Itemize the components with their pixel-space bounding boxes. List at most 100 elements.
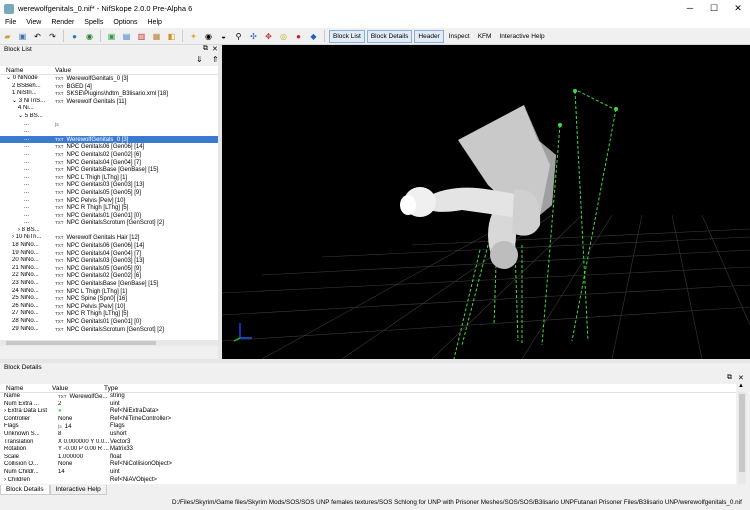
palette-icon[interactable]: ◉ <box>84 31 95 42</box>
details-row-value[interactable] <box>58 477 110 484</box>
scroll-up-icon[interactable]: ▲ <box>738 383 744 389</box>
column-value-header[interactable]: Value <box>55 66 71 74</box>
details-row[interactable]: Translation X 0.000000 Y 0.0... Vector3 <box>0 439 736 447</box>
tree-row[interactable]: 21 NiNo... TXT NPC Genitals05 [Gen05] [9] <box>0 265 218 273</box>
details-row[interactable]: Collision O... None Ref<NiCollisionObject> <box>0 461 736 469</box>
details-row[interactable]: Name TXT WerewolfGe... string <box>0 393 736 401</box>
tree-row[interactable]: 28 NiNo... TXT NPC Genitals01 [Gen01] [0] <box>0 318 218 326</box>
tree-row[interactable]: ... TXT NPC Genitals01 [Gen01] [0] <box>0 212 218 220</box>
minimize-icon[interactable]: ─ <box>678 0 702 17</box>
column-name-header[interactable]: Name <box>0 66 55 74</box>
details-row[interactable]: › Extra Data List ● Ref<NiExtraData> <box>0 408 736 416</box>
tree-row[interactable]: ⌄ 5 BS... <box>0 113 218 121</box>
column-value-header[interactable]: Value <box>52 384 104 392</box>
menu-render[interactable]: Render <box>46 17 79 28</box>
view-side-icon[interactable]: ▤ <box>121 31 132 42</box>
details-row-value[interactable]: None <box>58 461 110 469</box>
maximize-icon[interactable]: ☐ <box>702 0 726 17</box>
tree-row[interactable]: ... TXT NPC L Thigh [LThg] [1] <box>0 174 218 182</box>
tree-row[interactable]: 22 NiNo... TXT NPC Genitals02 [Gen02] [6] <box>0 272 218 280</box>
details-row-value[interactable]: |≡ 14 <box>58 423 110 431</box>
skeleton-icon[interactable]: ⚲ <box>233 31 244 42</box>
block-details-table[interactable]: Name Value Type Name TXT WerewolfGe... stri… <box>0 384 736 484</box>
toolbar-interactive-help-button[interactable]: Interactive Help <box>496 31 547 42</box>
tab-block-details[interactable]: Block Details <box>0 485 50 495</box>
close-icon[interactable]: ✕ <box>726 0 750 17</box>
column-type-header[interactable]: Type <box>104 384 118 392</box>
tree-row[interactable]: 4 Ni... <box>0 105 218 113</box>
details-row[interactable]: Num Childr... 14 uint <box>0 469 736 477</box>
details-row[interactable]: Rotation Y -0.00 P 0.00 R ... Matrix33 <box>0 446 736 454</box>
details-row-value[interactable]: 14 <box>58 469 110 477</box>
tree-row[interactable]: ... TXT NPC GenitalsBase [GenBase] [15] <box>0 166 218 174</box>
details-row-value[interactable]: TXT WerewolfGe... <box>58 393 110 401</box>
toolbar-header-button[interactable]: Header <box>414 29 444 43</box>
collapse-all-icon[interactable]: ⇓ <box>196 55 203 64</box>
view-user-icon[interactable]: ▦ <box>151 31 162 42</box>
menu-help[interactable]: Help <box>143 17 167 28</box>
tree-row[interactable]: › 10 NiTri... TXT Werewolf Genitals Hair [… <box>0 234 218 242</box>
marker-icon[interactable]: ◆ <box>308 31 319 42</box>
column-name-header[interactable]: Name <box>0 384 52 392</box>
tree-row[interactable]: ... TXT NPC Genitals05 [Gen05] [9] <box>0 189 218 197</box>
texture-icon[interactable]: ◒ <box>218 31 229 42</box>
float-panel-icon[interactable]: ⧉ <box>203 45 208 53</box>
toolbar-block-list-button[interactable]: Block List <box>329 29 365 43</box>
details-row-value[interactable]: 1.000000 <box>58 454 110 462</box>
toolbar-block-details-button[interactable]: Block Details <box>366 29 413 43</box>
details-row-value[interactable]: ● <box>58 408 110 416</box>
details-row[interactable]: Flags |≡ 14 Flags <box>0 423 736 431</box>
block-list-tree[interactable]: Name Value ⌄ 0 NiNode TXT WerewolfGenitals… <box>0 66 218 340</box>
tree-row[interactable]: ... TXT NPC R Thigh [LThg] [5] <box>0 204 218 212</box>
menu-view[interactable]: View <box>21 17 46 28</box>
tree-row[interactable]: ... |≡ <box>0 121 218 129</box>
tree-row[interactable]: › 8 BS... <box>0 227 218 235</box>
redo-icon[interactable]: ↷ <box>47 31 58 42</box>
tree-row[interactable]: 25 NiNo... TXT NPC Spine [Spn0] [16] <box>0 295 218 303</box>
tree-row[interactable]: 1 NiStri... TXT SKSE\Plugins\hdtm_B3lisari… <box>0 90 218 98</box>
tree-row[interactable]: 23 NiNo... TXT NPC GenitalsBase [GenBase] … <box>0 280 218 288</box>
tree-row[interactable]: ... TXT NPC Genitals06 [Gen06] [14] <box>0 143 218 151</box>
collision-icon[interactable]: ◎ <box>278 31 289 42</box>
pin-icon[interactable]: ● <box>293 31 304 42</box>
details-row-value[interactable]: None <box>58 416 110 424</box>
tree-row[interactable]: ⌄ 3 NiTriS... TXT Werewolf Genitals [11] <box>0 98 218 106</box>
view-front-icon[interactable]: ▣ <box>106 31 117 42</box>
save-icon[interactable]: ▣ <box>17 31 28 42</box>
toolbar-inspect-button[interactable]: Inspect <box>446 31 473 42</box>
tree-row[interactable]: ⌄ 0 NiNode TXT WerewolfGenitals_0 [3] <box>0 75 218 83</box>
light-icon[interactable]: ✦ <box>188 31 199 42</box>
tree-row[interactable]: 19 NiNo... TXT NPC Genitals04 [Gen04] [7] <box>0 250 218 258</box>
tree-row[interactable]: ... TXT NPC Pelvis [Pelv] [10] <box>0 197 218 205</box>
toolbar-kfm-button[interactable]: KFM <box>475 31 495 42</box>
details-row-value[interactable]: 8 <box>58 431 110 439</box>
tree-row[interactable]: 27 NiNo... TXT NPC R Thigh [LThg] [5] <box>0 310 218 318</box>
nodes-icon[interactable]: ✥ <box>263 31 274 42</box>
tree-row[interactable]: ... TXT NPC Genitals02 [Gen02] [6] <box>0 151 218 159</box>
details-row-value[interactable]: 2 <box>58 401 110 409</box>
menu-options[interactable]: Options <box>108 17 142 28</box>
details-row-value[interactable]: X 0.000000 Y 0.0... <box>58 439 110 447</box>
menu-file[interactable]: File <box>0 17 21 28</box>
float-panel-icon[interactable]: ⧉ <box>727 374 732 382</box>
block-details-vscrollbar[interactable] <box>738 392 746 484</box>
tree-row[interactable]: 2 BSBeh... TXT BGED [4] <box>0 83 218 91</box>
tree-row[interactable]: 20 NiNo... TXT NPC Genitals03 [Gen03] [13] <box>0 257 218 265</box>
view-top-icon[interactable]: ▥ <box>136 31 147 42</box>
tree-row[interactable]: 24 NiNo... TXT NPC L Thigh [LThg] [1] <box>0 288 218 296</box>
tab-interactive-help[interactable]: Interactive Help <box>49 485 107 495</box>
expand-arrow-icon[interactable]: ⌄ <box>18 113 25 119</box>
details-row[interactable]: Unknown S... 8 ushort <box>0 431 736 439</box>
axes-icon[interactable]: ✣ <box>248 31 259 42</box>
tree-row[interactable]: 18 NiNo... TXT NPC Genitals06 [Gen06] [14] <box>0 242 218 250</box>
tree-row[interactable]: ... TXT NPC GenitalsScrotum [GenScrot] [2] <box>0 219 218 227</box>
folder-icon[interactable]: ▰ <box>2 31 13 42</box>
globe-icon[interactable]: ● <box>69 31 80 42</box>
tree-row[interactable]: ... TXT NPC Genitals03 [Gen03] [13] <box>0 181 218 189</box>
expand-arrow-icon[interactable]: ⌄ <box>12 98 19 104</box>
eye-icon[interactable]: ◉ <box>203 31 214 42</box>
details-row[interactable]: Controller None Ref<NiTimeController> <box>0 416 736 424</box>
details-row[interactable]: › Children Ref<NiAVObject> <box>0 477 736 484</box>
details-row[interactable]: Num Extra ... 2 uint <box>0 401 736 409</box>
block-list-hscrollbar[interactable] <box>0 340 218 346</box>
